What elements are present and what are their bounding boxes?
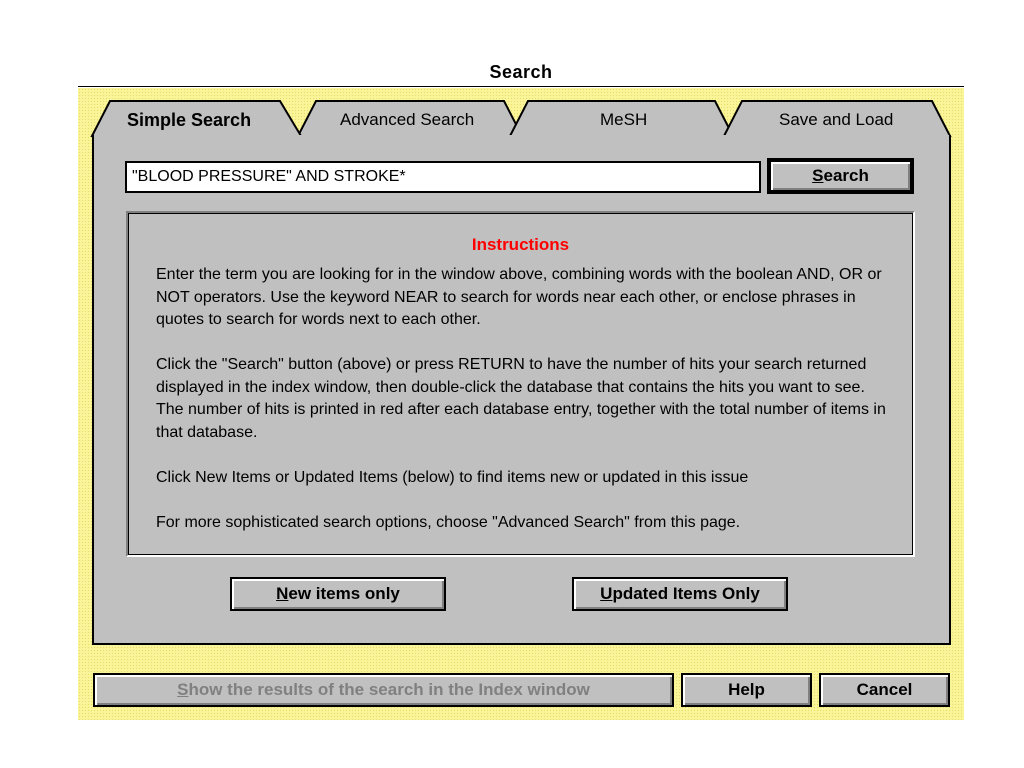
show-results-mnemonic: S xyxy=(177,680,189,699)
search-dialog: Search Simple Search Advanced Search MeS… xyxy=(0,0,1024,768)
new-items-mnemonic: N xyxy=(276,584,289,603)
show-results-label: how the results of the search in the Ind… xyxy=(188,680,590,699)
updated-items-label: pdated Items Only xyxy=(612,584,760,603)
tab-simple-search[interactable]: Simple Search xyxy=(127,110,251,131)
instructions-text: Enter the term you are looking for in th… xyxy=(156,264,896,557)
tab-advanced-search[interactable]: Advanced Search xyxy=(340,110,474,130)
new-items-label: ew items only xyxy=(288,584,400,603)
search-button-mnemonic: S xyxy=(812,166,824,185)
search-query-input[interactable] xyxy=(125,161,761,193)
dialog-title: Search xyxy=(489,62,553,82)
instructions-paragraph: For more sophisticated search options, c… xyxy=(156,513,741,531)
search-button[interactable]: Search xyxy=(767,158,914,194)
instructions-paragraph: Click the "Search" button (above) or pre… xyxy=(156,356,886,441)
title-divider xyxy=(78,86,964,87)
updated-items-mnemonic: U xyxy=(600,584,613,603)
instructions-paragraph: Enter the term you are looking for in th… xyxy=(156,266,882,328)
tab-save-and-load[interactable]: Save and Load xyxy=(779,110,893,130)
instructions-heading: Instructions xyxy=(471,235,570,254)
help-button[interactable]: Help xyxy=(681,673,812,707)
new-items-only-button[interactable]: New items only xyxy=(230,577,446,611)
instructions-paragraph: Click New Items or Updated Items (below)… xyxy=(156,468,749,486)
tab-mesh[interactable]: MeSH xyxy=(600,110,647,130)
cancel-button[interactable]: Cancel xyxy=(819,673,950,707)
updated-items-only-button[interactable]: Updated Items Only xyxy=(572,577,788,611)
search-button-label: earch xyxy=(823,166,869,185)
instructions-box: Instructions Enter the term you are look… xyxy=(126,211,915,557)
show-results-button[interactable]: Show the results of the search in the In… xyxy=(93,673,674,707)
